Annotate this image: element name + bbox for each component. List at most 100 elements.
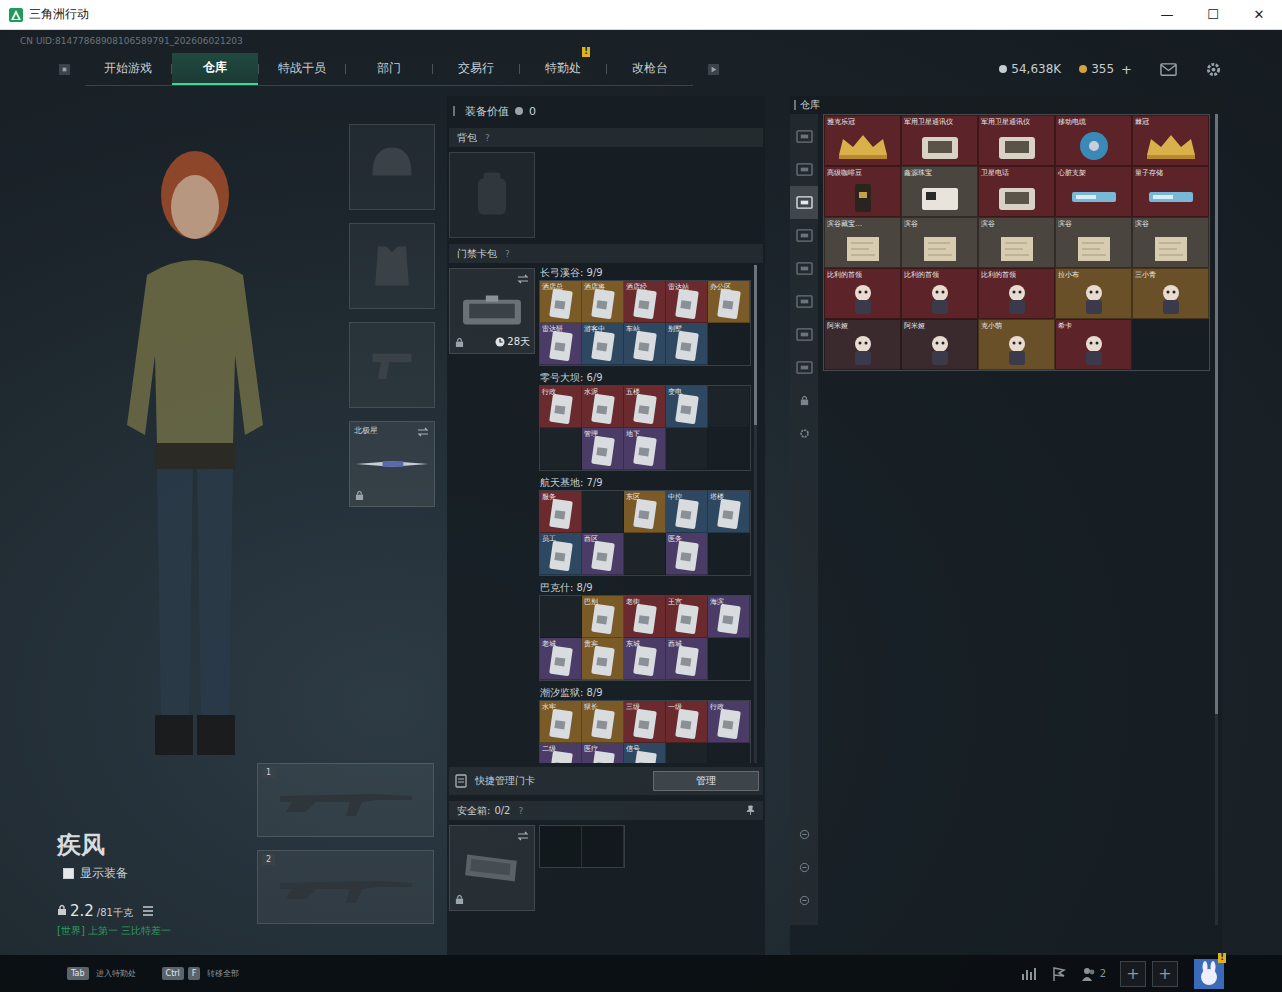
keycard-slot[interactable]: 西区: [582, 533, 624, 575]
warehouse-item[interactable]: 鑫源珠宝: [901, 166, 978, 217]
warehouse-item[interactable]: 高级咖啡豆: [824, 166, 901, 217]
keycard-slot[interactable]: [582, 491, 624, 533]
add-currency-button[interactable]: +: [1121, 62, 1132, 77]
keycard-slot[interactable]: 东城: [624, 638, 666, 680]
warehouse-item[interactable]: 卫星电话: [978, 166, 1055, 217]
window-control[interactable]: ✕: [1236, 0, 1282, 29]
warehouse-item[interactable]: 阿米娅: [824, 319, 901, 370]
keycard-slot[interactable]: 行政: [708, 701, 750, 743]
warehouse-item[interactable]: 军用卫星通讯仪: [978, 115, 1055, 166]
nav-tab[interactable]: 开始游戏: [85, 53, 171, 85]
keycard-slot[interactable]: 车站: [624, 323, 666, 365]
key-hint[interactable]: Tab 进入特勤处: [67, 967, 136, 980]
warehouse-item[interactable]: 滨谷藏宝…: [824, 217, 901, 268]
keycard-slot[interactable]: 雷达研: [540, 323, 582, 365]
warehouse-item[interactable]: 滨谷: [1132, 217, 1209, 268]
weapon-slot[interactable]: 2: [257, 850, 434, 924]
armor-slot[interactable]: [349, 223, 435, 309]
invite-slot[interactable]: +: [1120, 961, 1146, 987]
keycard-slot[interactable]: 狱长: [582, 701, 624, 743]
keycard-slot[interactable]: 地下: [624, 428, 666, 470]
keycard-slot[interactable]: 雷达站: [666, 281, 708, 323]
keycard-slot[interactable]: [666, 743, 708, 763]
warehouse-item[interactable]: 滨谷: [1055, 217, 1132, 268]
keycard-slot[interactable]: 西城: [666, 638, 708, 680]
warehouse-item[interactable]: 棘冠: [1132, 115, 1209, 166]
keycard-slot[interactable]: 一级: [666, 701, 708, 743]
keycard-slot[interactable]: 贵宾: [582, 638, 624, 680]
nav-tab[interactable]: 仓库: [172, 53, 258, 85]
warehouse-item[interactable]: 比利的首领: [978, 268, 1055, 319]
warehouse-item[interactable]: 阿米娅: [901, 319, 978, 370]
checkbox[interactable]: [63, 868, 74, 879]
keycard-slot[interactable]: 游客中: [582, 323, 624, 365]
warehouse-tab[interactable]: [790, 153, 818, 186]
warehouse-action[interactable]: [790, 884, 818, 917]
keycard-slot[interactable]: 五楼: [624, 386, 666, 428]
warehouse-item[interactable]: 拉小布: [1055, 268, 1132, 319]
friends-button[interactable]: 2: [1081, 966, 1106, 982]
safe-box-storage[interactable]: [539, 825, 625, 868]
list-icon[interactable]: [142, 906, 154, 916]
swap-icon[interactable]: [517, 274, 529, 284]
warehouse-tab[interactable]: [790, 384, 818, 417]
keycard-slot[interactable]: 医务: [666, 533, 708, 575]
nav-tab[interactable]: 特战干员: [259, 53, 345, 85]
warehouse-item[interactable]: 滨谷: [978, 217, 1055, 268]
keycard-slot[interactable]: 办公区: [708, 281, 750, 323]
keycard-slot[interactable]: 二级: [540, 743, 582, 763]
nav-tab[interactable]: 改枪台: [607, 53, 693, 85]
keycard-slot[interactable]: 酒店将: [582, 281, 624, 323]
warehouse-action[interactable]: [790, 818, 818, 851]
weapon-slot[interactable]: 1: [257, 763, 434, 837]
keycard-slot[interactable]: 管理: [582, 428, 624, 470]
keycard-slot[interactable]: [540, 428, 582, 470]
warehouse-item[interactable]: 滨谷: [901, 217, 978, 268]
show-equipment-toggle[interactable]: 显示装备: [63, 865, 257, 882]
safe-box-slot[interactable]: [449, 825, 535, 911]
warehouse-item[interactable]: 心脏支架: [1055, 166, 1132, 217]
key-hint[interactable]: CtrlF 转移全部: [162, 967, 240, 980]
keycard-slot[interactable]: 老街: [624, 596, 666, 638]
pistol-slot[interactable]: [349, 322, 435, 408]
gear-icon[interactable]: [1205, 62, 1222, 77]
window-control[interactable]: —: [1144, 0, 1190, 29]
invite-slot[interactable]: +: [1152, 961, 1178, 987]
warehouse-tab[interactable]: [790, 120, 818, 153]
swap-icon[interactable]: [417, 427, 429, 437]
warehouse-tab[interactable]: [790, 285, 818, 318]
warehouse-item[interactable]: 量子存储: [1132, 166, 1209, 217]
keycard-slot[interactable]: 海滨: [708, 596, 750, 638]
window-control[interactable]: ☐: [1190, 0, 1236, 29]
swap-icon[interactable]: [517, 831, 529, 841]
more-icon[interactable]: [707, 63, 720, 76]
keycard-slot[interactable]: 别墅: [666, 323, 708, 365]
keycard-slot[interactable]: 三级: [624, 701, 666, 743]
nav-tab[interactable]: 交易行: [433, 53, 519, 85]
flag-icon[interactable]: [1051, 966, 1067, 982]
keycard-slot[interactable]: [624, 533, 666, 575]
keycard-slot[interactable]: 信号: [624, 743, 666, 763]
keycard-slot[interactable]: 员工: [540, 533, 582, 575]
keycard-slot[interactable]: 老城: [540, 638, 582, 680]
keycard-slot[interactable]: [666, 428, 708, 470]
keycard-slot[interactable]: 东区: [624, 491, 666, 533]
keycard-slot[interactable]: 中控: [666, 491, 708, 533]
mail-icon[interactable]: [1160, 62, 1177, 77]
keycard-slot[interactable]: 塔楼: [708, 491, 750, 533]
player-avatar[interactable]: !: [1194, 959, 1224, 989]
manage-button[interactable]: 管理: [653, 771, 759, 791]
backpack-slot[interactable]: [449, 152, 535, 238]
warehouse-scrollbar[interactable]: [1215, 114, 1218, 925]
warehouse-tab[interactable]: [790, 351, 818, 384]
keycard-slot[interactable]: 水牢: [540, 701, 582, 743]
keycard-slot[interactable]: 巴别: [582, 596, 624, 638]
keycard-slot[interactable]: 变电: [666, 386, 708, 428]
keycard-slot[interactable]: 医疗: [582, 743, 624, 763]
warehouse-item[interactable]: 克小萌: [978, 319, 1055, 370]
warehouse-tab[interactable]: [790, 219, 818, 252]
warehouse-tab[interactable]: [790, 417, 818, 450]
keycard-slot[interactable]: 服务: [540, 491, 582, 533]
warehouse-tab[interactable]: [790, 318, 818, 351]
scrollbar[interactable]: [754, 265, 757, 763]
